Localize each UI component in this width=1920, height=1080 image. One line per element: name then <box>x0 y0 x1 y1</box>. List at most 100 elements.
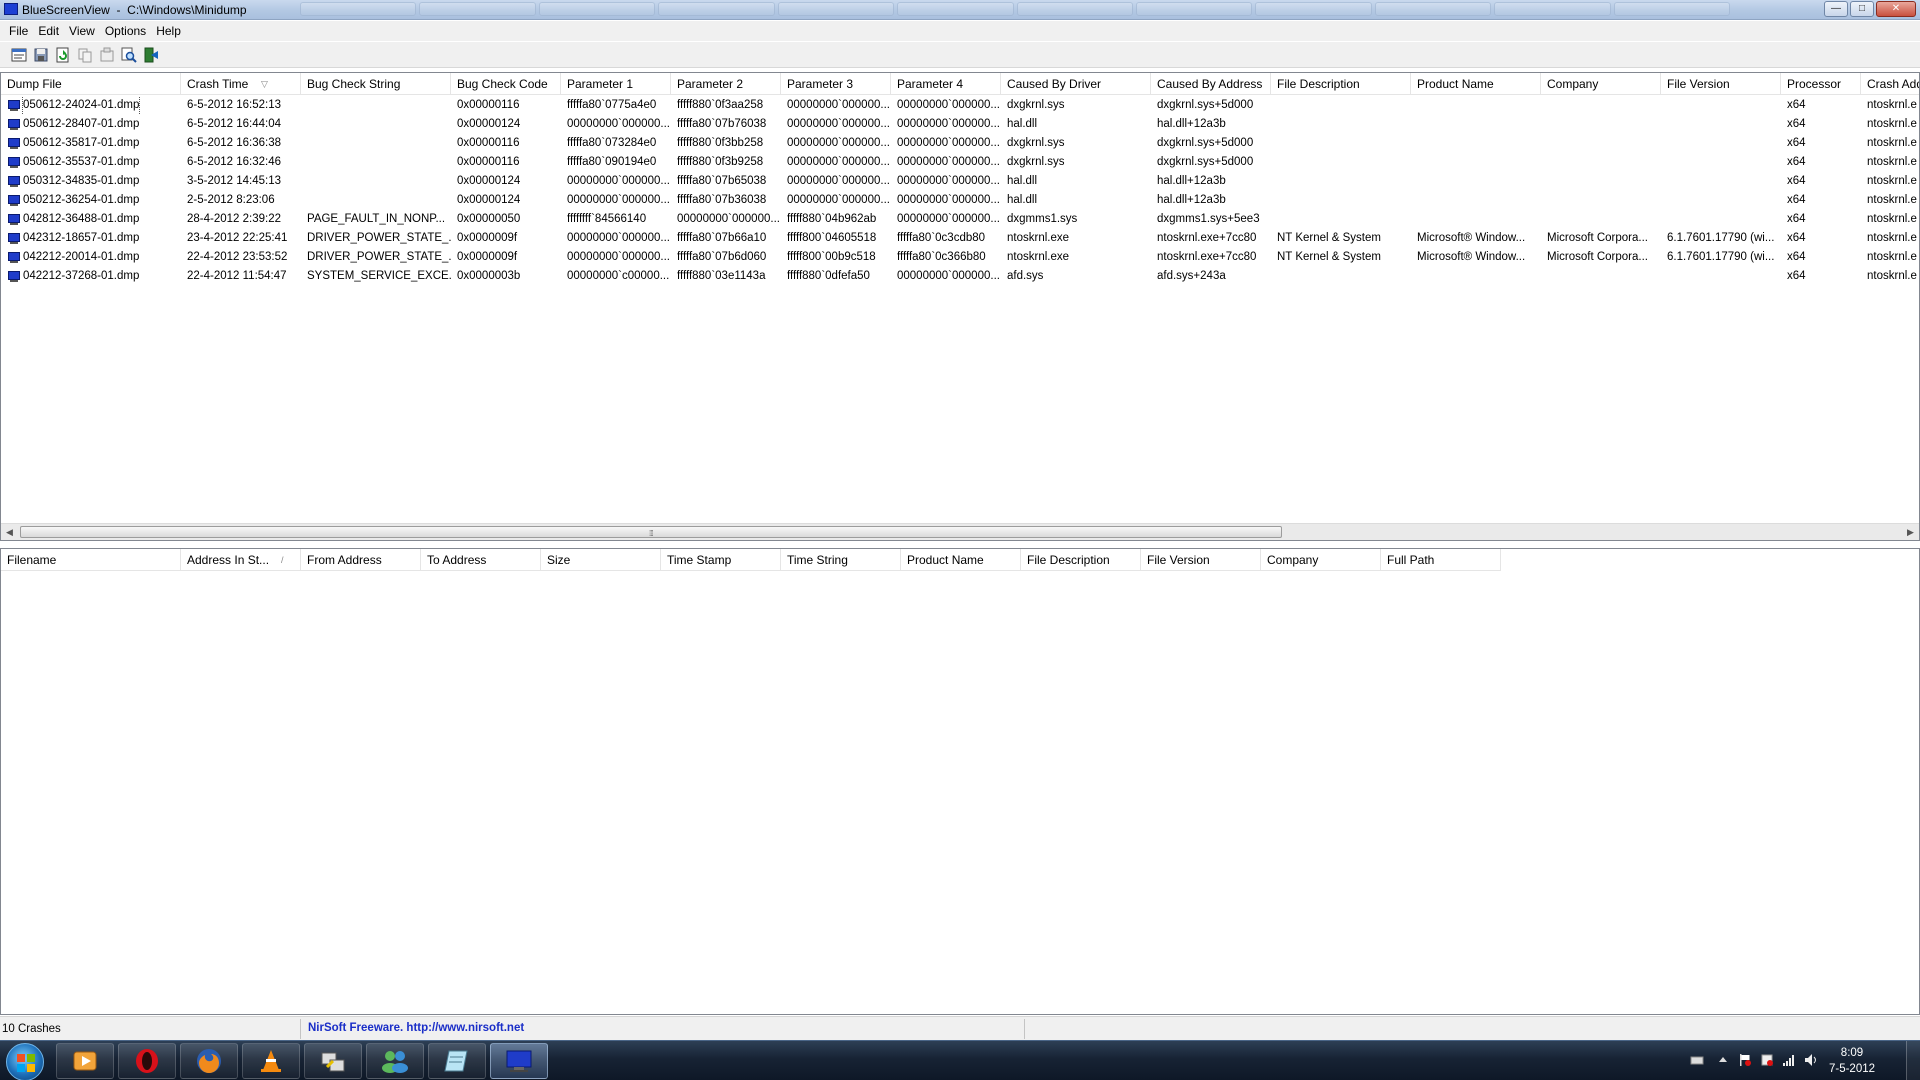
windows-flag-icon <box>17 1054 35 1072</box>
clock-date[interactable]: 7-5-2012 <box>1822 1063 1882 1075</box>
table-row[interactable]: 042212-37268-01.dmp 22-4-2012 11:54:47 SYS… <box>1 267 1919 286</box>
column-header-file-description[interactable]: File Description <box>1271 73 1411 95</box>
maximize-button[interactable]: □ <box>1850 1 1874 17</box>
scroll-right-arrow[interactable]: ▶ <box>1902 524 1919 540</box>
show-desktop-button[interactable] <box>1906 1041 1920 1080</box>
column-header-processor[interactable]: Processor <box>1781 73 1861 95</box>
bluescreen-dump-icon <box>7 194 21 207</box>
column-header-parameter-2[interactable]: Parameter 2 <box>671 73 781 95</box>
menu-edit[interactable]: Edit <box>33 21 64 41</box>
module-column-header-size[interactable]: Size <box>541 549 661 571</box>
firefox-icon[interactable] <box>180 1043 238 1079</box>
table-row[interactable]: 050212-36254-01.dmp 2-5-2012 8:23:06 0x000… <box>1 191 1919 210</box>
device-icon[interactable] <box>1760 1053 1774 1067</box>
column-header-product-name[interactable]: Product Name <box>1411 73 1541 95</box>
keyboard-icon[interactable] <box>1690 1053 1704 1067</box>
module-column-header-file-description[interactable]: File Description <box>1021 549 1141 571</box>
table-row[interactable]: 042812-36488-01.dmp 28-4-2012 2:39:22 PAGE… <box>1 210 1919 229</box>
cell-crash-time: 28-4-2012 2:39:22 <box>187 213 281 225</box>
refresh-icon[interactable] <box>54 46 72 64</box>
close-button[interactable]: ✕ <box>1876 1 1916 17</box>
module-list-pane[interactable]: Filename Address In St... / From Address To … <box>0 548 1920 1015</box>
column-header-label: Address In St... <box>187 553 270 567</box>
column-header-bug-check-code[interactable]: Bug Check Code <box>451 73 561 95</box>
messenger-icon[interactable] <box>366 1043 424 1079</box>
sort-descending-icon: ▽ <box>261 79 268 89</box>
html-report-icon[interactable] <box>98 46 116 64</box>
minimize-button[interactable]: — <box>1824 1 1848 17</box>
column-header-parameter-4[interactable]: Parameter 4 <box>891 73 1001 95</box>
column-header-company[interactable]: Company <box>1541 73 1661 95</box>
table-row[interactable]: 050612-28407-01.dmp 6-5-2012 16:44:04 0x00… <box>1 115 1919 134</box>
cell-caused-by-driver: ntoskrnl.exe <box>1007 232 1070 244</box>
column-header-file-version[interactable]: File Version <box>1661 73 1781 95</box>
column-header-bug-check-string[interactable]: Bug Check String <box>301 73 451 95</box>
horizontal-scrollbar[interactable]: ◀ ⁞⁞⁞ ▶ <box>1 523 1919 540</box>
opera-icon[interactable] <box>118 1043 176 1079</box>
module-column-header-address-in-st[interactable]: Address In St... / <box>181 549 301 571</box>
column-header-caused-by-driver[interactable]: Caused By Driver <box>1001 73 1151 95</box>
status-bar: 10 Crashes NirSoft Freeware. http://www.… <box>0 1016 1920 1040</box>
find-icon[interactable] <box>120 46 138 64</box>
module-column-header-file-version[interactable]: File Version <box>1141 549 1261 571</box>
properties-icon[interactable] <box>10 46 28 64</box>
nirsoft-link[interactable]: NirSoft Freeware. http://www.nirsoft.net <box>308 1022 524 1034</box>
volume-icon[interactable] <box>1804 1053 1818 1067</box>
column-header-crash-add[interactable]: Crash Add <box>1861 73 1919 95</box>
module-column-header-to-address[interactable]: To Address <box>421 549 541 571</box>
cell-parameter-1: 00000000`000000... <box>567 118 670 130</box>
cell-processor: x64 <box>1787 232 1806 244</box>
cell-bug-check-string: DRIVER_POWER_STATE_... <box>307 232 451 244</box>
cell-parameter-4: 00000000`000000... <box>897 213 1000 225</box>
cell-file-version: 6.1.7601.17790 (wi... <box>1667 232 1775 244</box>
table-row[interactable]: 042212-20014-01.dmp 22-4-2012 23:53:52 DRI… <box>1 248 1919 267</box>
network-signal-icon[interactable] <box>1782 1053 1796 1067</box>
menu-view[interactable]: View <box>64 21 100 41</box>
copy-icon[interactable] <box>76 46 94 64</box>
menu-file[interactable]: File <box>4 21 33 41</box>
column-header-parameter-1[interactable]: Parameter 1 <box>561 73 671 95</box>
menu-options[interactable]: Options <box>100 21 151 41</box>
exit-icon[interactable] <box>142 46 160 64</box>
module-column-header-from-address[interactable]: From Address <box>301 549 421 571</box>
vlc-icon[interactable] <box>242 1043 300 1079</box>
column-header-dump-file[interactable]: Dump File <box>1 73 181 95</box>
module-column-header-product-name[interactable]: Product Name <box>901 549 1021 571</box>
table-row[interactable]: 050312-34835-01.dmp 3-5-2012 14:45:13 0x00… <box>1 172 1919 191</box>
cell-crash-time: 2-5-2012 8:23:06 <box>187 194 275 206</box>
bluescreenview-icon[interactable] <box>490 1043 548 1079</box>
module-column-header-time-string[interactable]: Time String <box>781 549 901 571</box>
column-header-parameter-3[interactable]: Parameter 3 <box>781 73 891 95</box>
module-column-header-time-stamp[interactable]: Time Stamp <box>661 549 781 571</box>
column-header-caused-by-address[interactable]: Caused By Address <box>1151 73 1271 95</box>
clock-time[interactable]: 8:09 <box>1822 1047 1882 1059</box>
chevron-up-icon[interactable] <box>1716 1053 1730 1067</box>
column-header-crash-time[interactable]: Crash Time ▽ <box>181 73 301 95</box>
app-icon <box>4 3 18 15</box>
cell-parameter-3: 00000000`000000... <box>787 118 890 130</box>
save-icon[interactable] <box>32 46 50 64</box>
cell-processor: x64 <box>1787 194 1806 206</box>
menu-help[interactable]: Help <box>151 21 186 41</box>
cell-parameter-2: fffff880`03e1143a <box>677 270 766 282</box>
table-row[interactable]: 050612-35537-01.dmp 6-5-2012 16:32:46 0x00… <box>1 153 1919 172</box>
module-column-header-filename[interactable]: Filename <box>1 549 181 571</box>
title-bar[interactable]: BlueScreenView - C:\Windows\Minidump — □… <box>0 0 1920 20</box>
table-row[interactable]: 042312-18657-01.dmp 23-4-2012 22:25:41 DRI… <box>1 229 1919 248</box>
media-player-icon[interactable] <box>56 1043 114 1079</box>
crash-list-pane[interactable]: Dump File Crash Time ▽ Bug Check String Bug … <box>0 72 1920 541</box>
notepad-icon[interactable] <box>428 1043 486 1079</box>
cell-processor: x64 <box>1787 156 1806 168</box>
cell-parameter-3: fffff880`0dfefa50 <box>787 270 870 282</box>
table-row[interactable]: 050612-35817-01.dmp 6-5-2012 16:36:38 0x00… <box>1 134 1919 153</box>
cell-processor: x64 <box>1787 175 1806 187</box>
scroll-left-arrow[interactable]: ◀ <box>1 524 18 540</box>
network-tool-icon[interactable] <box>304 1043 362 1079</box>
module-column-header-full-path[interactable]: Full Path <box>1381 549 1501 571</box>
module-column-header-company[interactable]: Company <box>1261 549 1381 571</box>
action-center-flag-icon[interactable] <box>1738 1053 1752 1067</box>
column-header-label: Time Stamp <box>667 553 732 567</box>
scroll-thumb[interactable]: ⁞⁞⁞ <box>20 526 1282 538</box>
start-button[interactable] <box>6 1043 44 1080</box>
table-row[interactable]: 050612-24024-01.dmp 6-5-2012 16:52:13 0x00… <box>1 96 1919 115</box>
